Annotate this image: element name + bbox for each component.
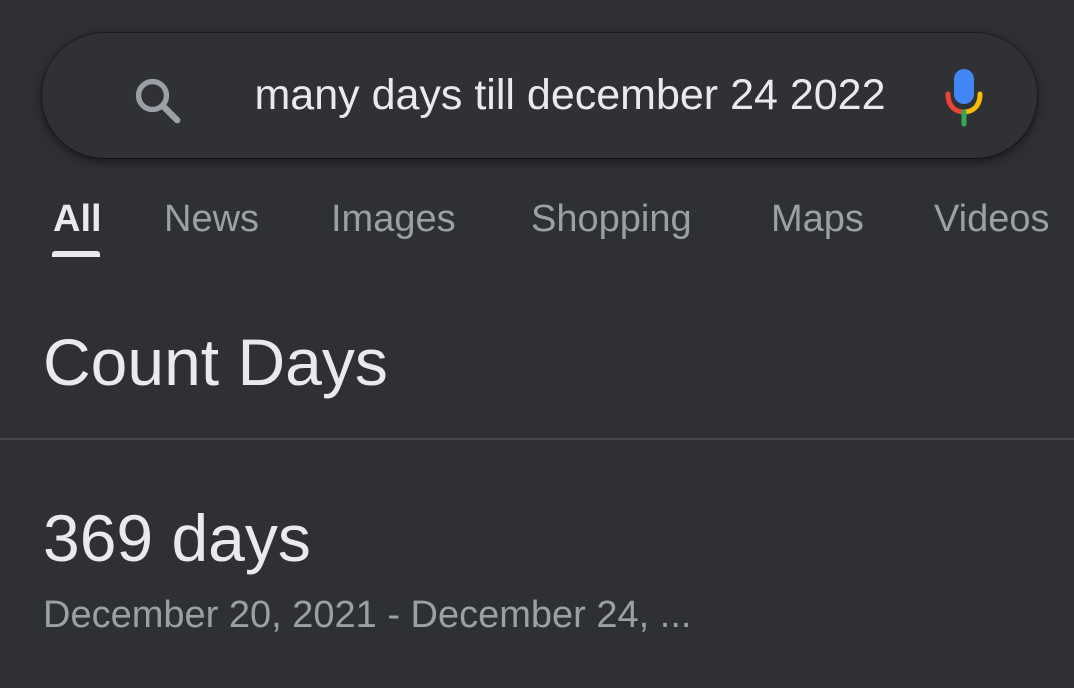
result-value: 369 days xyxy=(43,501,311,575)
search-results-page: All News Images Shopping Maps Videos Cou… xyxy=(0,0,1074,688)
tab-videos[interactable]: Videos xyxy=(934,198,1050,241)
tab-images[interactable]: Images xyxy=(331,198,456,241)
search-input[interactable] xyxy=(210,63,930,127)
microphone-icon[interactable] xyxy=(942,67,986,127)
tab-maps[interactable]: Maps xyxy=(771,198,864,241)
tab-news[interactable]: News xyxy=(164,198,259,241)
active-tab-indicator xyxy=(52,251,100,257)
tab-shopping[interactable]: Shopping xyxy=(531,198,692,241)
search-icon[interactable] xyxy=(130,73,184,127)
search-bar[interactable] xyxy=(42,33,1037,158)
result-date-range: December 20, 2021 - December 24, ... xyxy=(43,594,692,636)
result-title: Count Days xyxy=(43,325,388,399)
result-divider xyxy=(0,438,1074,440)
search-tabs: All News Images Shopping Maps Videos xyxy=(0,190,1074,260)
tab-all[interactable]: All xyxy=(53,198,102,241)
